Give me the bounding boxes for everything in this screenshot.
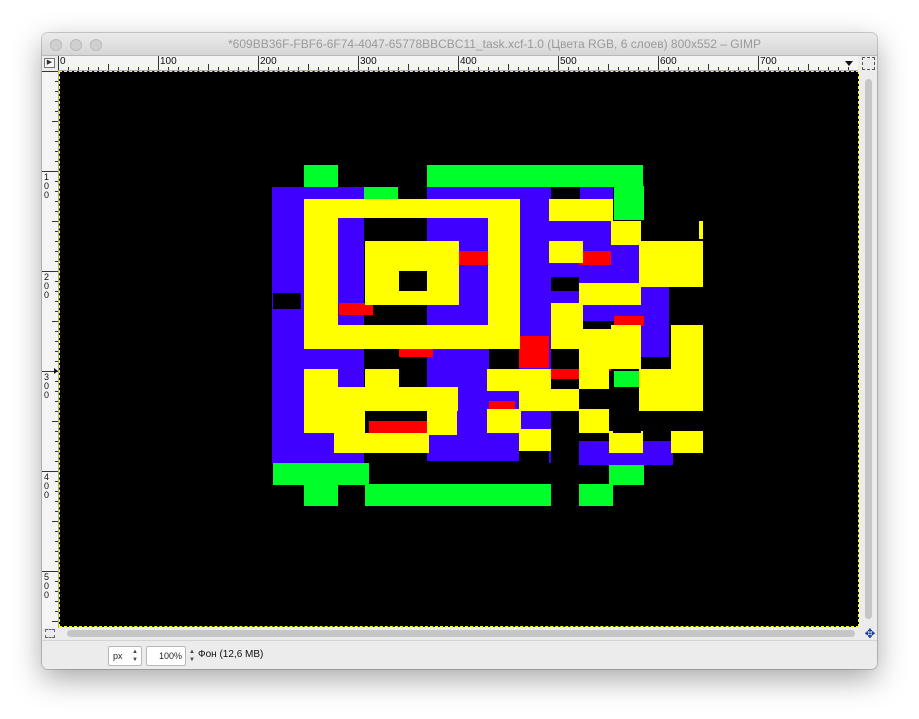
unit-value: px — [113, 651, 123, 661]
window-title: *609BB36F-FBF6-6F74-4047-65778BBCBC11_ta… — [228, 37, 761, 51]
updown-arrow-icon: ▲ ▼ — [132, 649, 138, 663]
navigate-icon[interactable] — [862, 57, 875, 70]
title-bar[interactable]: *609BB36F-FBF6-6F74-4047-65778BBCBC11_ta… — [42, 33, 877, 56]
move-arrows-icon[interactable]: ✥ — [864, 627, 876, 640]
horizontal-ruler[interactable]: 0 100 200 300 400 500 600 700 — [58, 56, 858, 71]
horizontal-scroll-thumb[interactable] — [67, 630, 855, 637]
zoom-button[interactable] — [90, 39, 102, 51]
ruler-ticks — [42, 71, 58, 622]
zoom-value: 100% — [158, 651, 182, 661]
image-boundary — [59, 71, 859, 627]
zoom-field[interactable]: 100% — [146, 646, 186, 666]
vertical-scrollbar[interactable] — [862, 71, 875, 629]
vertical-ruler[interactable]: 1 0 0 2 0 0 3 0 0 4 0 0 5 0 0 — [42, 71, 59, 628]
image-canvas[interactable] — [59, 71, 859, 627]
ruler-menu-button[interactable]: ▶ — [44, 58, 55, 68]
vertical-scroll-thumb[interactable] — [865, 79, 872, 619]
horizontal-scrollbar[interactable] — [59, 628, 859, 638]
close-button[interactable] — [50, 39, 62, 51]
gimp-image-window: *609BB36F-FBF6-6F74-4047-65778BBCBC11_ta… — [42, 33, 877, 669]
play-triangle-icon: ▶ — [46, 59, 53, 66]
ruler-ticks — [58, 56, 849, 70]
pointer-position-icon — [54, 368, 58, 374]
pointer-position-icon — [845, 61, 853, 66]
status-bar: px ▲ ▼ 100% ▲ ▼ Фон (12,6 MB) — [42, 640, 877, 669]
zoom-stepper-icon[interactable]: ▲ ▼ — [187, 646, 197, 666]
minimize-button[interactable] — [70, 39, 82, 51]
layer-info-label: Фон (12,6 MB) — [198, 649, 264, 660]
quick-mask-icon[interactable] — [45, 629, 55, 638]
unit-selector[interactable]: px ▲ ▼ — [108, 646, 142, 666]
